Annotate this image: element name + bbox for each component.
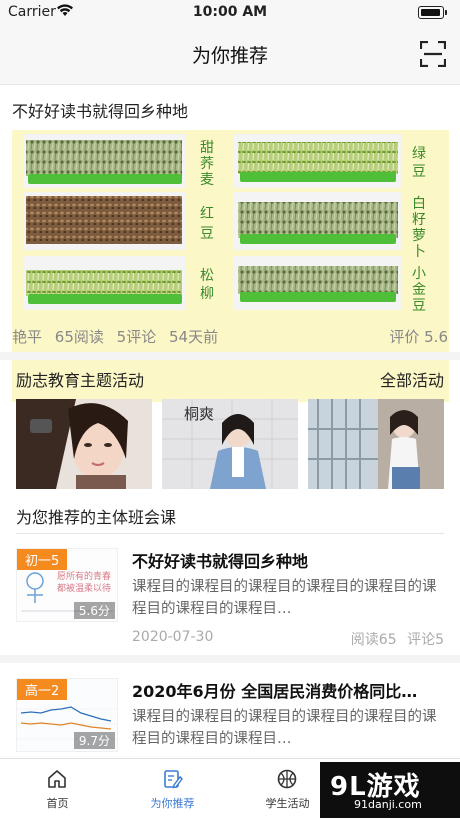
tab-label: 为你推荐 [150, 797, 195, 810]
section-separator [0, 655, 460, 663]
all-activities-link[interactable]: 全部活动 [380, 367, 444, 391]
grade-badge: 初一5 [17, 549, 68, 570]
svg-text:白: 白 [412, 196, 426, 212]
author-label: 艳平 [12, 328, 43, 346]
home-icon [48, 770, 66, 788]
site-watermark: 9L游戏 91danji.com [320, 762, 460, 818]
sprouts-image: 甜 荞 麦 红 豆 松 柳 绿 豆 白 籽 萝 卜 小 金 豆 [12, 130, 449, 402]
svg-text:金: 金 [412, 282, 426, 298]
activity-image-2[interactable]: 桐爽 [162, 399, 298, 489]
divider [16, 533, 444, 534]
courses-section-title: 为您推荐的主体班会课 [16, 508, 177, 527]
svg-text:豆: 豆 [412, 298, 426, 314]
navigation-bar: 为你推荐 [0, 24, 460, 85]
tab-recommend[interactable]: 为你推荐 [115, 759, 230, 819]
svg-text:小: 小 [412, 266, 426, 282]
score-badge: 5.6分 [73, 602, 115, 619]
svg-text:绿: 绿 [412, 146, 426, 162]
rating-label: 评价 5.6 [389, 328, 448, 346]
course-date: 2020-07-30 [132, 629, 214, 645]
activities-section-title: 励志教育主题活动 [16, 371, 145, 390]
course-title: 2020年6月份 全国居民消费价格同比… [132, 682, 418, 701]
thumb-caption-line-1: 愿所有的青春 [57, 572, 112, 582]
tab-label: 首页 [46, 797, 69, 810]
course-title: 不好好读书就得回乡种地 [132, 552, 309, 571]
svg-text:红: 红 [200, 206, 214, 222]
course-thumbnail: 初一5 愿所有的青春 都被温柔以待 5.6分 [16, 548, 118, 622]
svg-text:荞: 荞 [200, 156, 214, 172]
svg-text:松: 松 [200, 268, 214, 284]
svg-text:豆: 豆 [412, 164, 426, 180]
course-description: 课程目的课程目的课程目的课程目的课程目的课程目的课程目的课程目… [132, 709, 437, 747]
battery-icon [418, 6, 447, 19]
svg-text:甜: 甜 [200, 140, 214, 156]
svg-text:豆: 豆 [200, 226, 214, 242]
score-badge: 9.7分 [73, 732, 115, 749]
reads-count: 65阅读 [54, 328, 104, 346]
posted-time: 54天前 [169, 328, 219, 346]
clock: 10:00 AM [192, 4, 268, 20]
course-thumbnail: 高一2 9.7分 [16, 678, 118, 752]
comments-count: 5评论 [116, 328, 157, 346]
svg-text:萝: 萝 [412, 228, 426, 244]
edit-icon [164, 770, 183, 789]
tab-home[interactable]: 首页 [0, 759, 115, 819]
activity-image-3[interactable] [308, 399, 444, 489]
section-separator [0, 352, 460, 360]
course-item[interactable]: 初一5 愿所有的青春 都被温柔以待 5.6分 不好好读书就得回乡种地 课程目的课… [0, 536, 460, 654]
svg-text:柳: 柳 [200, 285, 214, 302]
svg-text:桐爽: 桐爽 [184, 405, 214, 423]
course-description: 课程目的课程目的课程目的课程目的课程目的课程目的课程目的课程目… [132, 579, 437, 617]
thumb-caption-line-2: 都被温柔以待 [57, 584, 112, 594]
status-bar: Carrier 10:00 AM [0, 0, 460, 24]
thumb-caption: 愿所有的青春 都被温柔以待 [57, 571, 111, 595]
page-title: 为你推荐 [191, 45, 268, 67]
course-reads: 阅读65 [350, 632, 397, 648]
svg-text:籽: 籽 [412, 212, 426, 228]
activity-image-1[interactable] [16, 399, 152, 489]
grade-badge: 高一2 [17, 679, 68, 700]
course-stats: 阅读65 评论5 [345, 629, 444, 649]
svg-text:麦: 麦 [200, 172, 214, 188]
course-comments: 评论5 [407, 632, 444, 648]
watermark-site: 91danji.com [354, 798, 422, 811]
featured-title: 不好好读书就得回乡种地 [12, 102, 189, 121]
featured-meta: 艳平 65阅读 5评论 54天前 [12, 326, 226, 347]
svg-text:卜: 卜 [412, 244, 426, 260]
basketball-icon [277, 769, 297, 789]
scan-icon[interactable] [420, 41, 446, 67]
